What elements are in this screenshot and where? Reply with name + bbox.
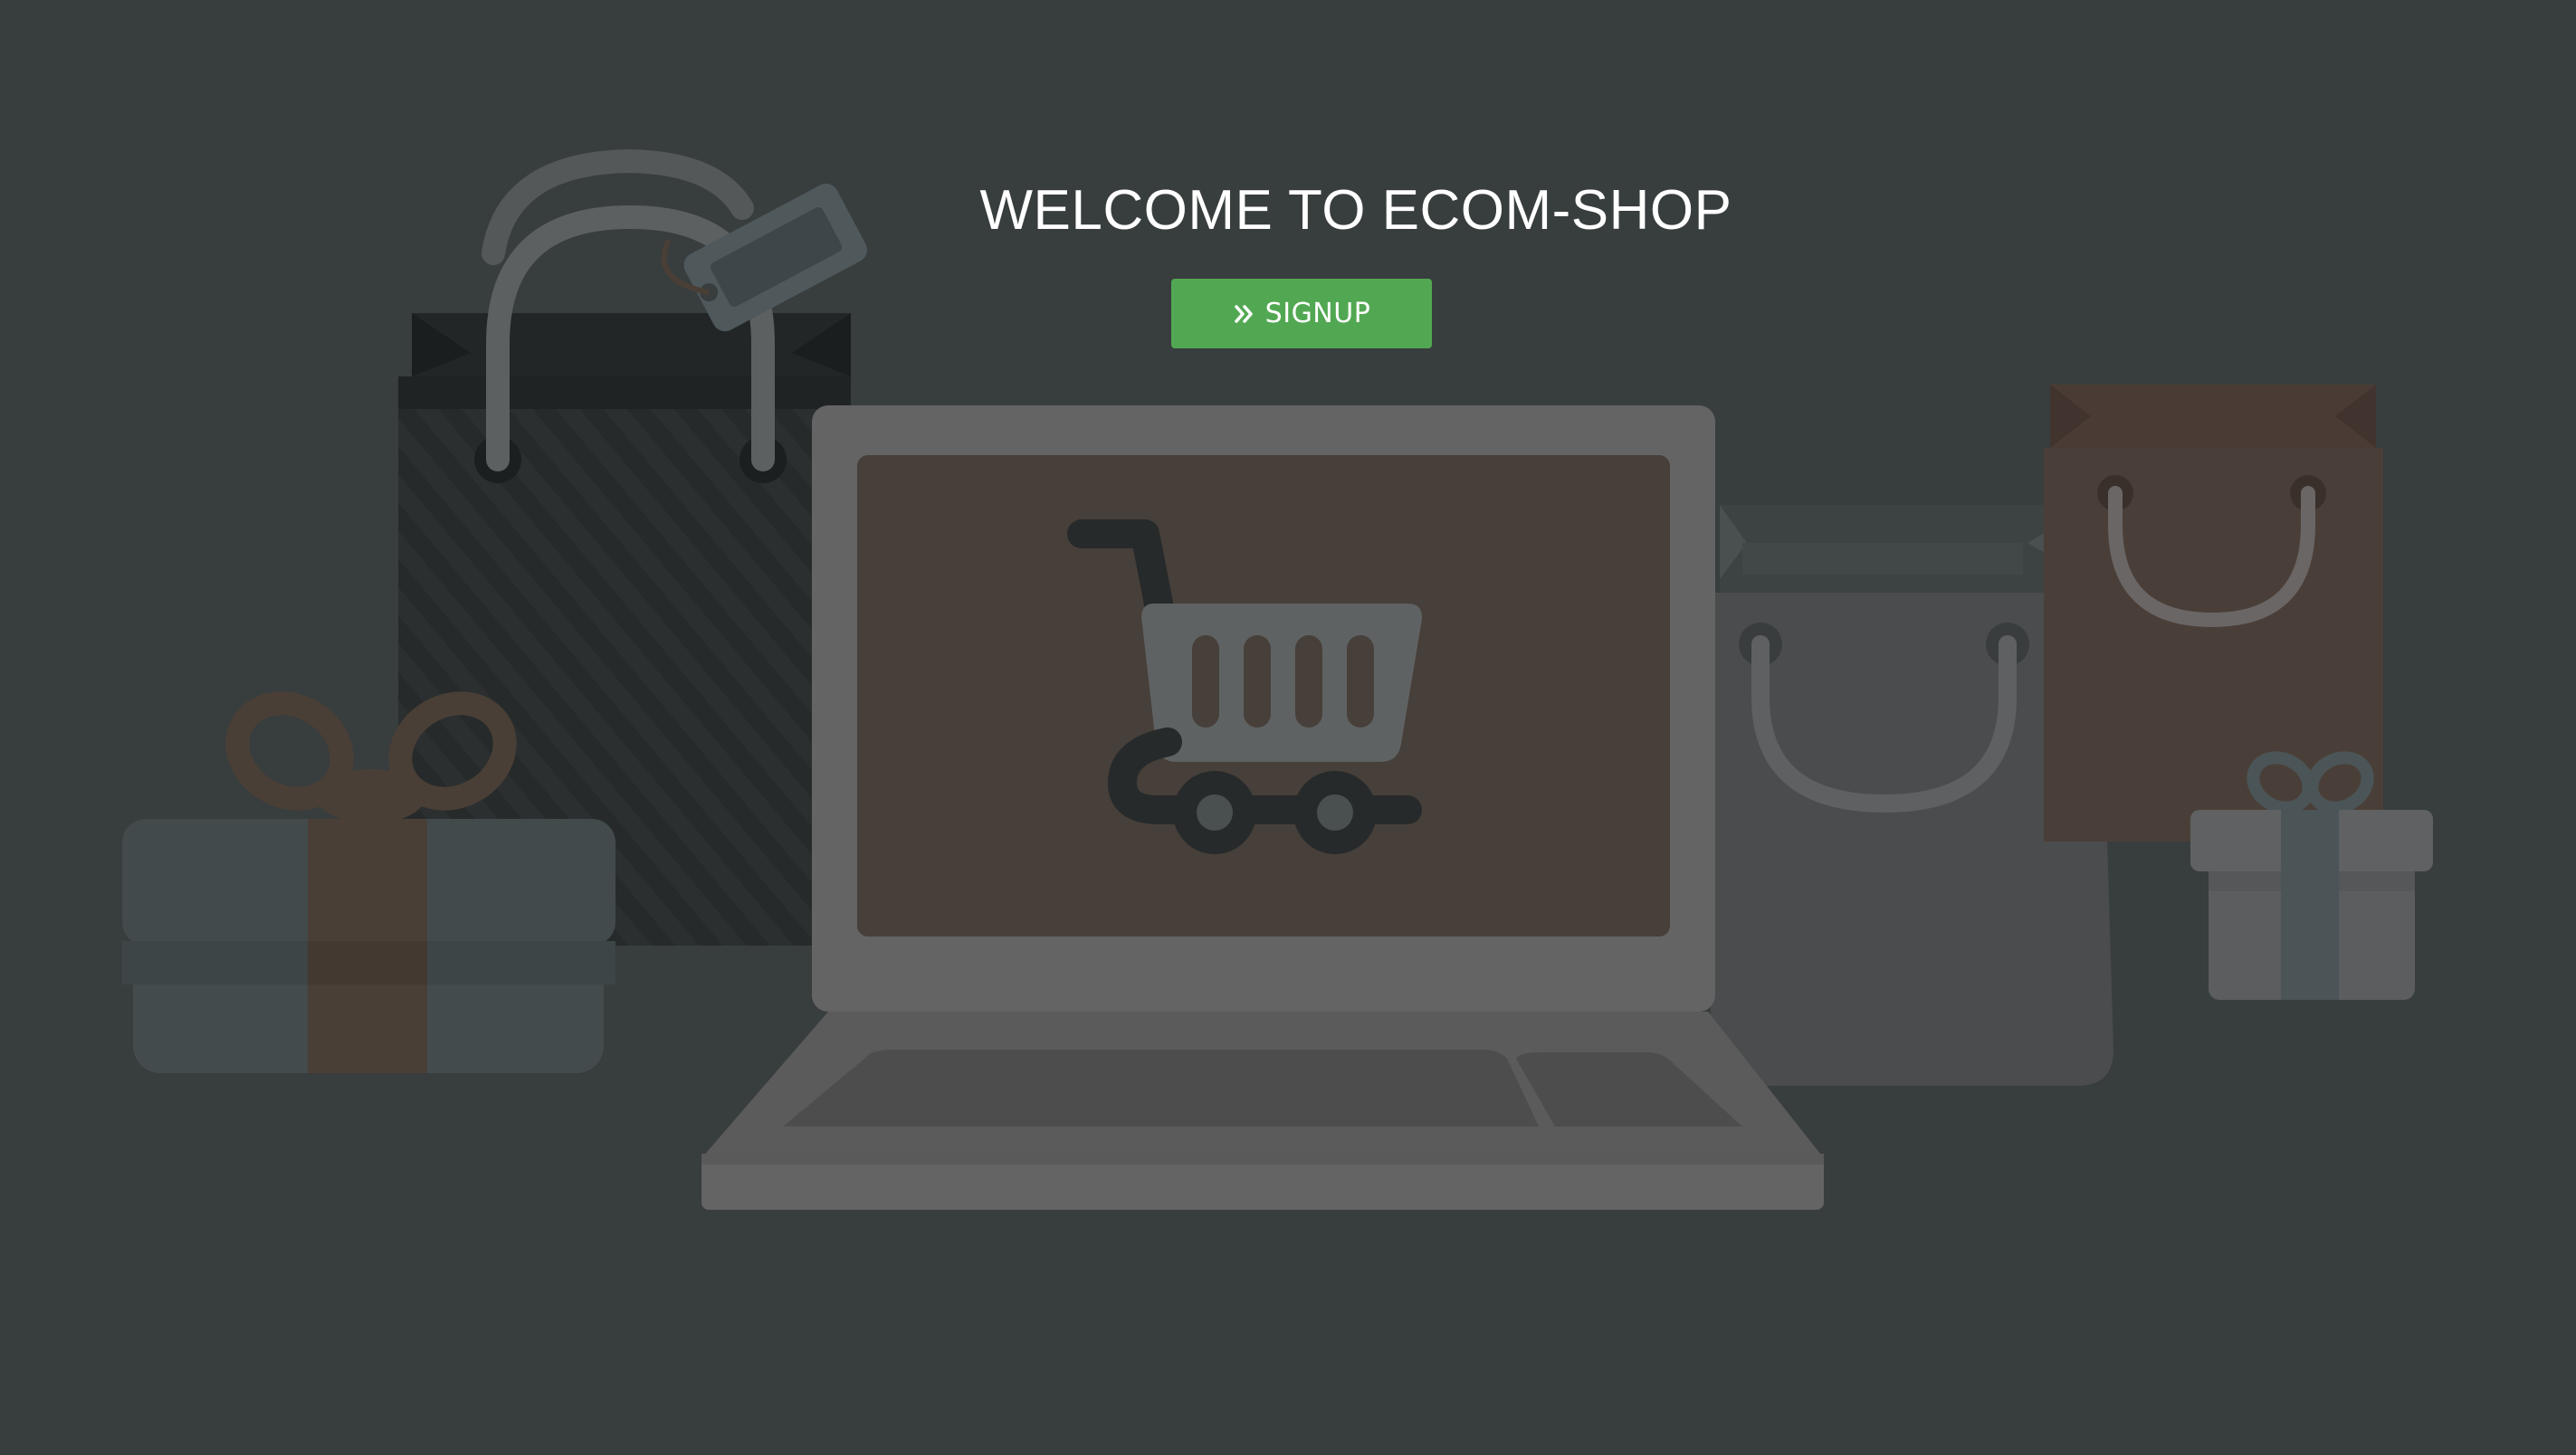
signup-button[interactable]: SIGNUP [1171, 279, 1432, 348]
signup-label: SIGNUP [1264, 298, 1371, 329]
shopping-bag-icon [2044, 385, 2383, 842]
double-chevron-right-icon [1233, 302, 1256, 326]
page-title: WELCOME TO ECOM-SHOP [979, 179, 1732, 242]
landing-page: WELCOME TO ECOM-SHOP SIGNUP [0, 0, 2576, 1455]
